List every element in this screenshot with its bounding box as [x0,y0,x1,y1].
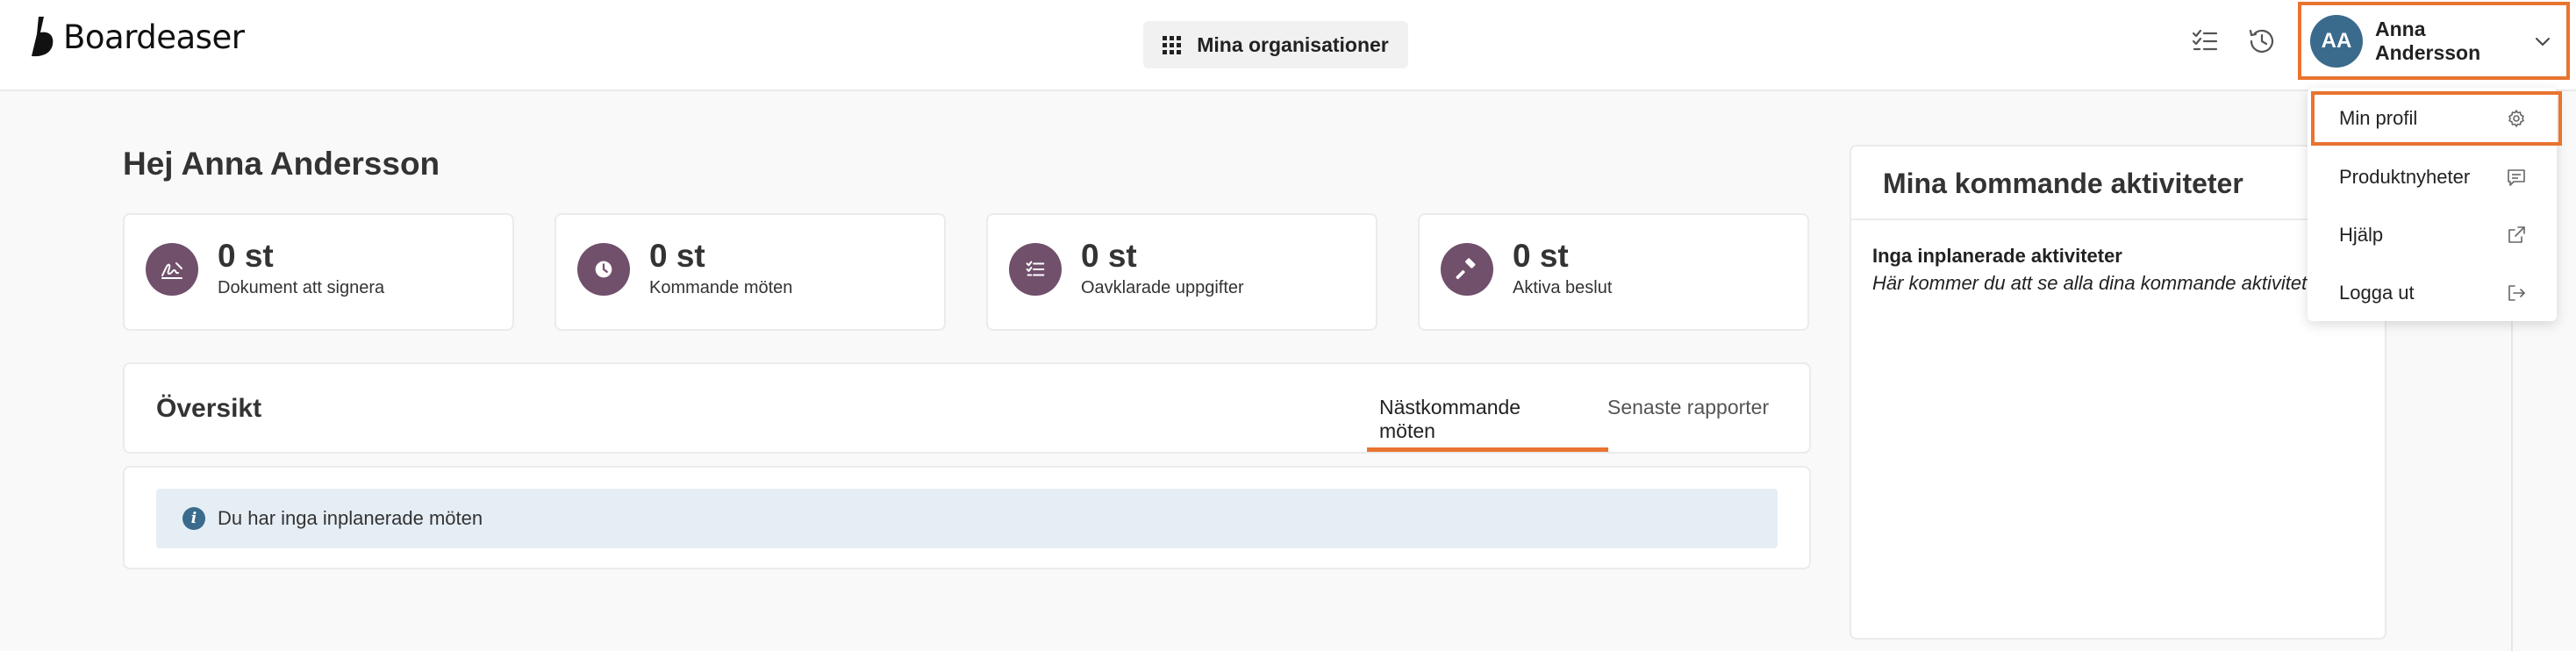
signature-icon [146,243,198,296]
stat-card-meetings[interactable]: 0 st Kommande möten [555,213,946,331]
info-icon: i [182,507,205,530]
activities-title: Mina kommande aktiviteter [1883,168,2243,199]
menu-item-help[interactable]: Hjälp [2308,207,2557,263]
top-header: Boardeaser Mina organisationer AA Anna A… [0,0,2576,91]
checklist-icon[interactable] [2190,26,2220,56]
avatar: AA [2310,14,2363,68]
stat-value: 0 st [218,238,274,274]
stat-value: 0 st [1513,238,1569,274]
divider [1851,218,2385,220]
profile-menu-trigger[interactable]: AA Anna Andersson [2298,2,2570,80]
page-greeting: Hej Anna Andersson [123,146,440,182]
menu-item-label: Hjälp [2339,224,2384,246]
stat-card-tasks[interactable]: 0 st Oavklarade uppgifter [986,213,1377,331]
my-organisations-label: Mina organisationer [1197,32,1389,56]
task-list-icon [1009,243,1062,296]
overview-title: Översikt [156,394,262,423]
message-icon [2508,169,2525,186]
tab-upcoming-meetings[interactable]: Nästkommande möten [1379,396,1521,452]
info-message: Du har inga inplanerade möten [218,507,483,529]
empty-state-hint: Här kommer du att se alla dina kommande … [1872,272,2324,294]
stat-label: Dokument att signera [218,278,385,297]
menu-item-label: Min profil [2339,107,2418,129]
tab-latest-reports[interactable]: Senaste rapporter [1607,396,1769,452]
user-name: Anna Andersson [2375,17,2481,64]
gear-icon [2508,110,2524,127]
meetings-panel: i Du har inga inplanerade möten [123,466,1811,569]
menu-item-label: Logga ut [2339,282,2415,304]
stat-label: Kommande möten [649,278,793,297]
chevron-down-icon [2536,37,2550,46]
stat-card-decisions[interactable]: 0 st Aktiva beslut [1418,213,1809,331]
stat-value: 0 st [1081,238,1137,274]
external-link-icon [2508,226,2525,243]
overview-header: Översikt Nästkommande möten Senaste rapp… [123,362,1811,454]
boardeaser-logo-icon [32,17,54,57]
logo[interactable]: Boardeaser [25,14,245,60]
stat-value: 0 st [649,238,705,274]
profile-dropdown-menu: Min profil Produktnyheter Hjälp Logga ut [2308,88,2562,321]
info-alert: i Du har inga inplanerade möten [156,489,1778,548]
stat-label: Oavklarade uppgifter [1081,278,1244,297]
logo-text: Boardeaser [63,18,245,56]
menu-item-label: Produktnyheter [2339,166,2471,188]
empty-state-title: Inga inplanerade aktiviteter [1872,245,2122,267]
gavel-icon [1441,243,1493,296]
history-icon[interactable] [2247,26,2277,56]
logout-icon [2508,285,2525,301]
grid-icon [1163,35,1182,54]
my-organisations-button[interactable]: Mina organisationer [1143,21,1408,68]
stat-card-documents[interactable]: 0 st Dokument att signera [123,213,514,331]
clock-icon [577,243,630,296]
stat-label: Aktiva beslut [1513,278,1613,297]
menu-item-my-profile[interactable]: Min profil [2311,91,2562,146]
menu-item-logout[interactable]: Logga ut [2308,265,2557,321]
menu-item-product-news[interactable]: Produktnyheter [2308,149,2557,205]
active-tab-indicator [1367,447,1608,452]
upcoming-activities-panel: Mina kommande aktiviteter Inga inplanera… [1850,145,2386,640]
